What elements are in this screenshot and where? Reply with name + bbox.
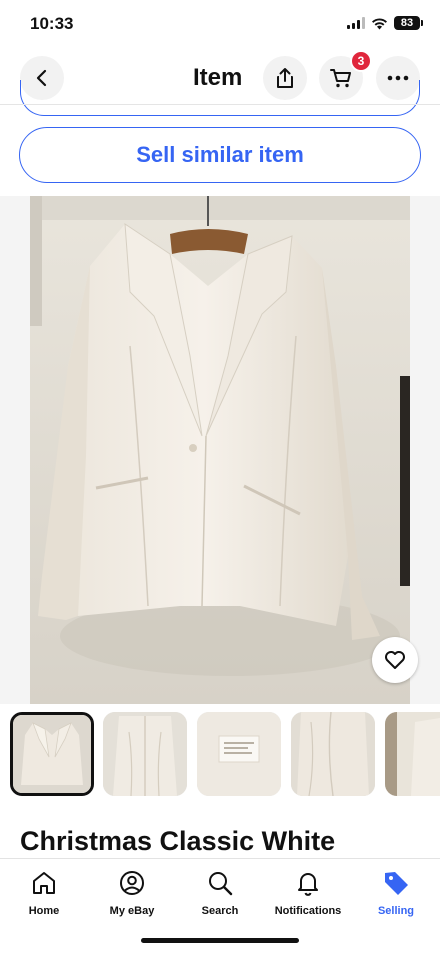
cart-count-badge: 3 (350, 50, 372, 72)
tab-notifications-label: Notifications (274, 905, 342, 917)
main-item-photo[interactable] (30, 196, 410, 704)
thumbnail-5[interactable] (385, 712, 440, 796)
search-icon (209, 872, 233, 896)
bell-icon (298, 873, 318, 896)
tab-my-ebay[interactable]: My eBay (88, 869, 176, 917)
header-divider (0, 104, 440, 105)
favorite-button[interactable] (372, 637, 418, 683)
sell-similar-button[interactable]: Sell similar item (19, 127, 421, 183)
thumbnail-1[interactable] (10, 712, 94, 796)
tab-selling[interactable]: Selling (352, 869, 440, 917)
tab-home[interactable]: Home (0, 869, 88, 917)
status-time: 10:33 (30, 14, 74, 33)
status-icons: 83 (347, 16, 423, 30)
thumbnail-4[interactable] (291, 712, 375, 796)
signal-icon (347, 17, 365, 29)
thumbnail-strip (0, 712, 440, 798)
tab-search-label: Search (201, 905, 239, 917)
heart-icon (385, 651, 405, 669)
profile-icon (120, 871, 144, 895)
home-icon (33, 872, 55, 894)
item-title: Christmas Classic White (20, 826, 336, 856)
partial-action-button[interactable] (20, 80, 420, 116)
home-indicator (141, 938, 299, 943)
thumbnail-3[interactable] (197, 712, 281, 796)
photo-area (0, 196, 440, 704)
battery-icon: 83 (394, 16, 423, 30)
tab-notifications[interactable]: Notifications (264, 869, 352, 917)
thumbnail-2[interactable] (103, 712, 187, 796)
tab-home-label: Home (28, 905, 60, 917)
tab-selling-label: Selling (377, 905, 415, 917)
tab-my-ebay-label: My eBay (109, 905, 155, 917)
status-bar: 10:33 83 (0, 0, 440, 50)
tab-search[interactable]: Search (176, 869, 264, 917)
tag-icon (385, 872, 408, 895)
wifi-icon (372, 17, 387, 29)
